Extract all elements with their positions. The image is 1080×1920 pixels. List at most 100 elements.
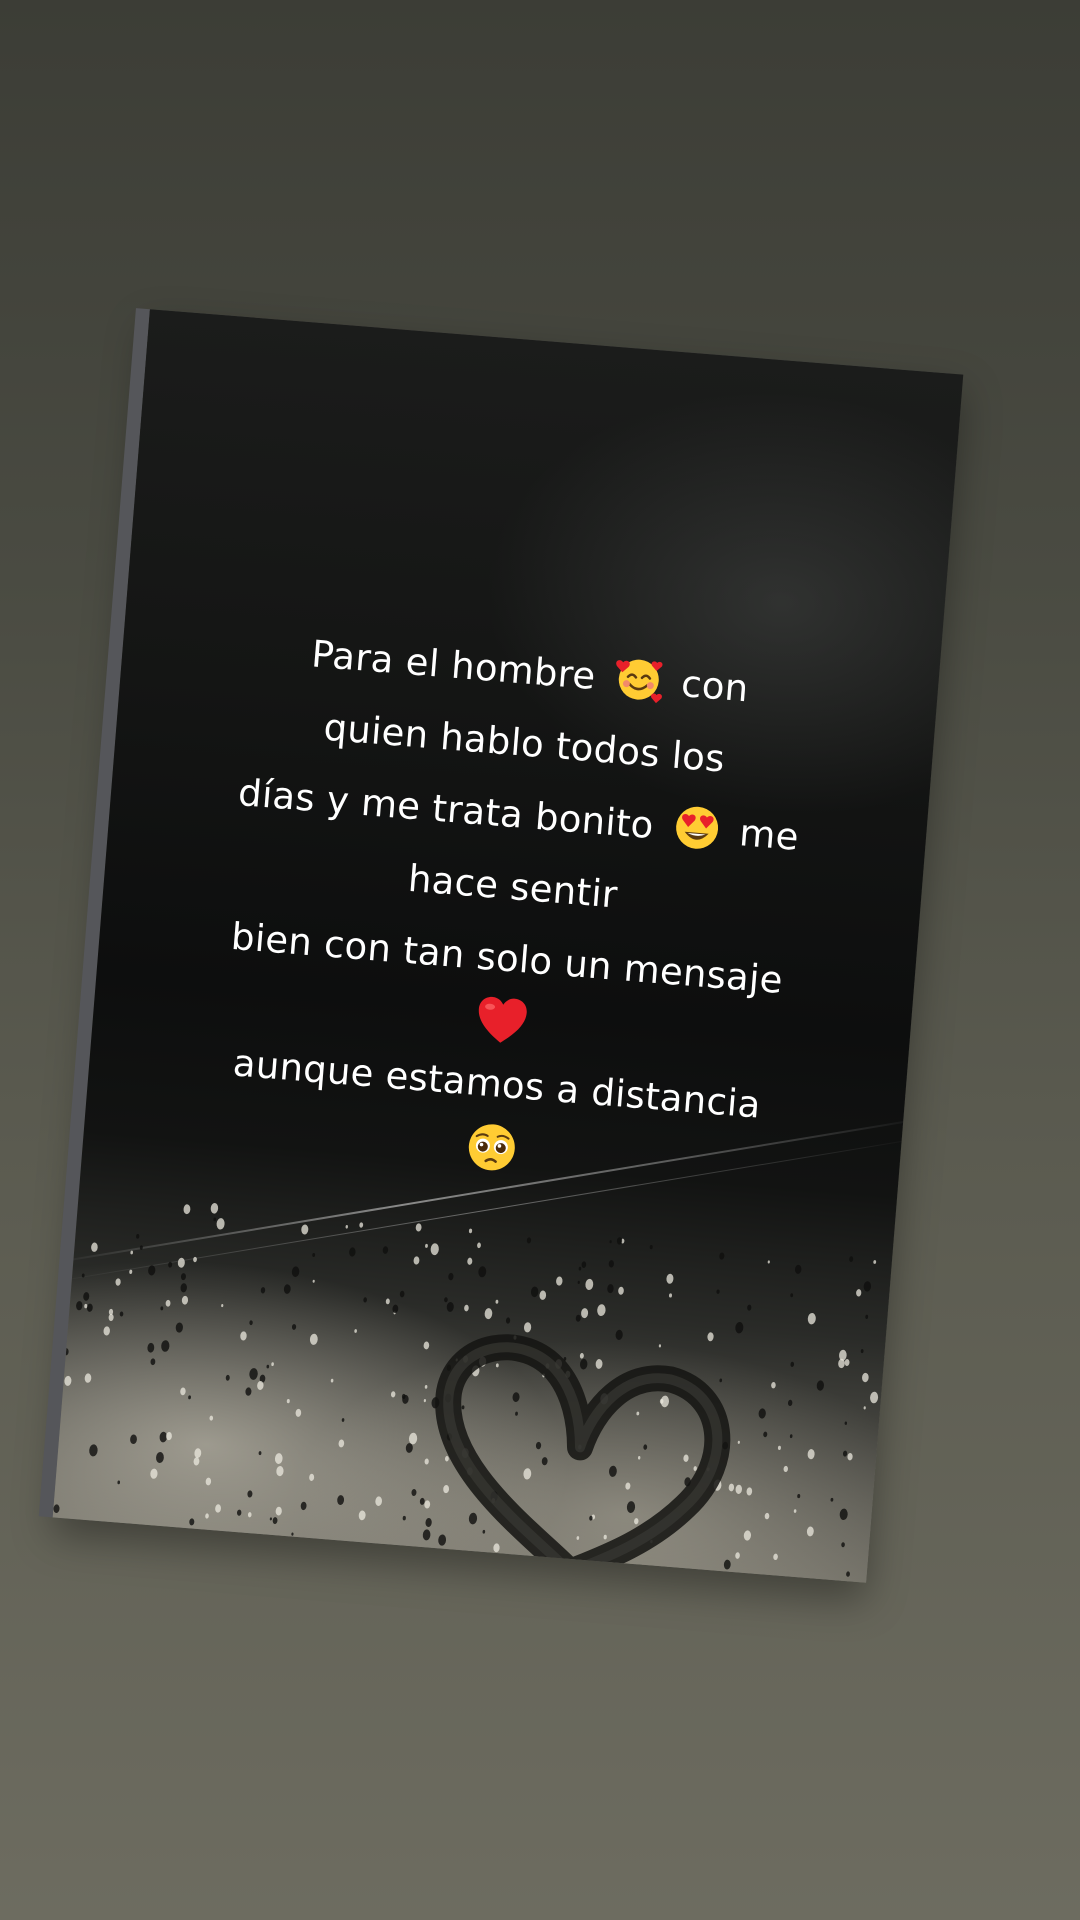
raindrop	[183, 1204, 191, 1215]
raindrop	[771, 1382, 776, 1389]
raindrop	[63, 1348, 69, 1356]
raindrop	[446, 1301, 454, 1312]
heart-drawn-on-glass	[435, 1334, 731, 1583]
raindrop	[194, 1448, 202, 1459]
raindrop	[716, 1289, 720, 1294]
raindrop	[616, 1237, 623, 1245]
raindrop	[581, 1308, 589, 1319]
raindrop	[216, 1218, 225, 1230]
raindrop	[274, 1453, 283, 1464]
raindrop	[495, 1299, 499, 1304]
raindrop	[309, 1333, 318, 1345]
raindrop	[539, 1290, 547, 1300]
raindrop	[291, 1532, 294, 1536]
raindrop	[844, 1359, 850, 1367]
raindrop	[794, 1264, 802, 1274]
raindrop	[607, 1284, 614, 1294]
raindrop	[89, 1444, 98, 1457]
raindrop	[81, 1273, 85, 1278]
raindrop	[464, 1304, 469, 1312]
raindrop	[130, 1434, 137, 1445]
raindrop	[175, 1322, 183, 1333]
raindrop	[402, 1515, 406, 1521]
raindrop	[793, 1509, 797, 1513]
raindrop	[300, 1501, 307, 1511]
raindrop	[161, 1340, 170, 1352]
raindrop	[166, 1431, 172, 1441]
raindrop	[215, 1504, 221, 1513]
photo-card: Para el hombre con quien hablo todos los…	[52, 309, 964, 1583]
raindrop	[249, 1320, 253, 1326]
raindrop	[354, 1329, 357, 1333]
raindrop	[575, 1314, 581, 1322]
raindrop	[430, 1243, 439, 1256]
raindrop	[345, 1224, 348, 1229]
raindrop	[160, 1306, 164, 1311]
raindrop	[136, 1234, 140, 1239]
raindrop	[468, 1228, 473, 1234]
raindrop	[165, 1299, 171, 1307]
raindrop	[337, 1495, 345, 1505]
raindrop	[76, 1301, 83, 1311]
raindrop	[609, 1240, 612, 1244]
raindrop	[735, 1321, 744, 1334]
raindrop	[91, 1242, 98, 1252]
raindrop	[312, 1253, 316, 1258]
raindrop	[856, 1289, 862, 1297]
raindrop	[787, 1399, 793, 1406]
raindrop	[309, 1473, 315, 1481]
raindrop	[177, 1257, 185, 1268]
raindrop	[291, 1266, 300, 1278]
raindrop	[807, 1449, 815, 1460]
raindrop	[359, 1222, 364, 1228]
raindrop	[444, 1297, 448, 1303]
raindrop	[767, 1260, 770, 1264]
raindrop	[477, 1242, 481, 1249]
raindrop	[168, 1261, 173, 1268]
raindrop	[585, 1278, 594, 1291]
raindrop	[363, 1297, 367, 1303]
raindrop	[556, 1276, 563, 1286]
quote-text-block: Para el hombre con quien hablo todos los…	[153, 609, 870, 1201]
raindrop	[847, 1452, 853, 1461]
raindrop	[180, 1387, 186, 1396]
raindrop	[193, 1256, 197, 1263]
smiling-face-with-hearts-icon	[612, 651, 666, 705]
raindrop	[139, 1245, 143, 1250]
raindrop	[382, 1246, 389, 1254]
raindrop	[266, 1364, 270, 1369]
quote-line-1-text-b: con	[679, 662, 751, 711]
raindrop	[873, 1260, 877, 1264]
raindrop	[849, 1256, 854, 1263]
raindrop	[147, 1342, 155, 1353]
raindrop	[807, 1312, 816, 1325]
quote-line-3-text-b: me	[737, 811, 801, 859]
raindrop	[841, 1542, 845, 1548]
raindrop	[260, 1287, 266, 1294]
raindrop	[180, 1273, 186, 1281]
raindrop	[209, 1415, 214, 1421]
raindrop	[150, 1468, 158, 1479]
raindrop	[860, 1349, 864, 1354]
raindrop	[221, 1303, 224, 1308]
raindrop	[103, 1326, 110, 1336]
raindrop	[668, 1293, 673, 1298]
raindrop	[312, 1279, 315, 1283]
raindrop	[53, 1504, 60, 1513]
raindrop	[608, 1260, 614, 1268]
raindrop	[236, 1509, 242, 1516]
raindrop	[806, 1526, 814, 1537]
raindrop	[478, 1266, 487, 1278]
raindrop	[844, 1421, 848, 1425]
heart-eyes-icon	[670, 800, 724, 854]
raindrop	[115, 1278, 121, 1286]
raindrop	[526, 1237, 532, 1244]
pleading-face-icon	[463, 1118, 521, 1176]
raindrop	[117, 1480, 121, 1485]
raindrop	[295, 1408, 302, 1417]
raindrop	[790, 1293, 794, 1298]
raindrop	[816, 1380, 824, 1391]
raindrop	[790, 1361, 795, 1367]
raindrop	[399, 1290, 405, 1298]
raindrop	[338, 1439, 345, 1448]
